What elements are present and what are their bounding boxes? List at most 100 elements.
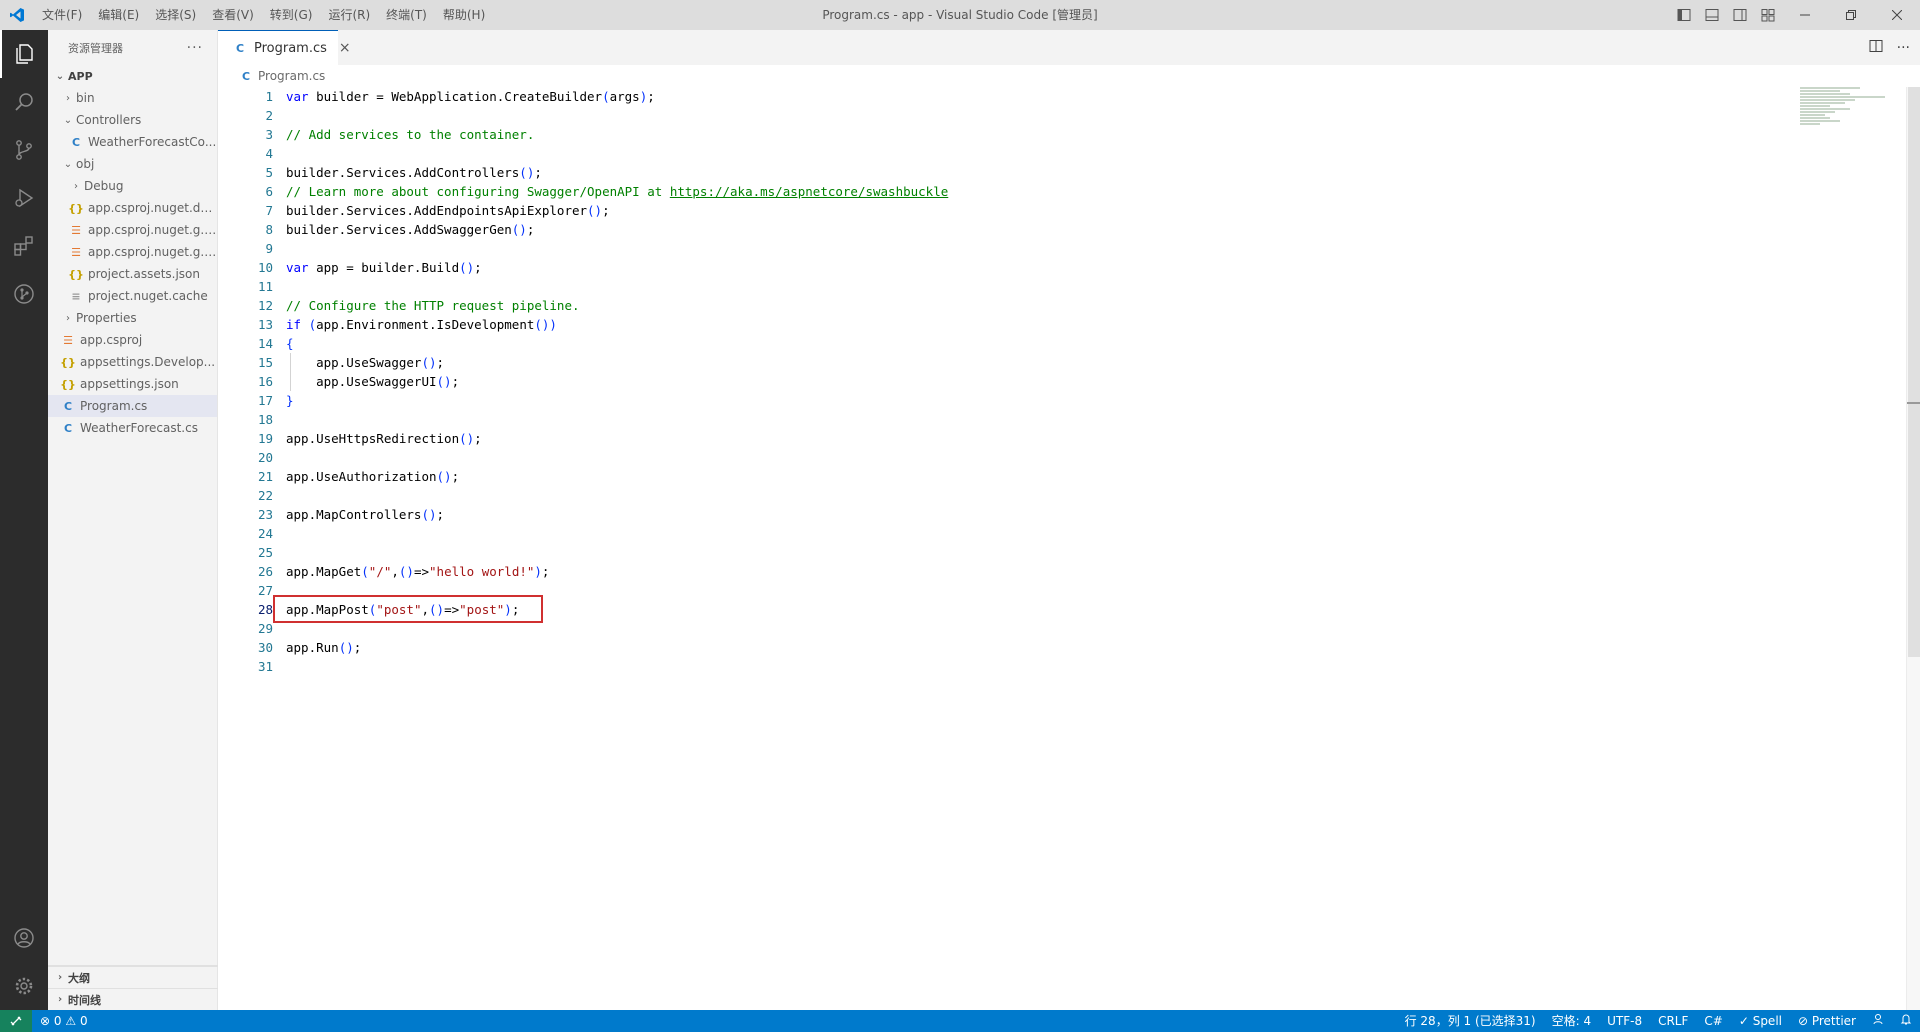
- code-content[interactable]: var builder = WebApplication.CreateBuild…: [286, 87, 948, 676]
- code-token[interactable]: https://aka.ms/aspnetcore/swashbuckle: [670, 184, 948, 199]
- extensions-icon[interactable]: [0, 222, 48, 270]
- code-line[interactable]: app.MapControllers();: [286, 505, 948, 524]
- code-line[interactable]: [286, 486, 948, 505]
- menu-item[interactable]: 选择(S): [147, 0, 204, 30]
- split-editor-icon[interactable]: [1869, 39, 1883, 57]
- vscode-logo-icon[interactable]: [0, 0, 34, 30]
- menu-item[interactable]: 文件(F): [34, 0, 90, 30]
- code-line[interactable]: [286, 106, 948, 125]
- problems-status[interactable]: ⊗ 0 ⚠ 0: [32, 1010, 96, 1032]
- code-line[interactable]: app.UseHttpsRedirection();: [286, 429, 948, 448]
- indentation-status[interactable]: 空格: 4: [1544, 1010, 1600, 1032]
- tree-folder[interactable]: › Properties: [48, 307, 217, 329]
- code-line[interactable]: [286, 543, 948, 562]
- tree-file[interactable]: {} appsettings.Develop...: [48, 351, 217, 373]
- close-window-button[interactable]: [1874, 0, 1920, 30]
- more-actions-icon[interactable]: ···: [187, 40, 203, 56]
- code-line[interactable]: // Learn more about configuring Swagger/…: [286, 182, 948, 201]
- tree-file[interactable]: C WeatherForecastCo...: [48, 131, 217, 153]
- tree-folder[interactable]: ⌄ obj: [48, 153, 217, 175]
- code-editor[interactable]: 1 2 3 4 5 6 7 8 9 10 11 12 13 14 15 16 17 18 19 20 21 22 23 24 2…: [218, 87, 1920, 1010]
- code-line[interactable]: {: [286, 334, 948, 353]
- code-line[interactable]: [286, 448, 948, 467]
- toggle-secondary-sidebar-icon[interactable]: [1726, 0, 1754, 30]
- code-line[interactable]: [286, 619, 948, 638]
- tree-folder[interactable]: ⌄ Controllers: [48, 109, 217, 131]
- minimap[interactable]: [1800, 87, 1890, 167]
- settings-gear-icon[interactable]: [0, 962, 48, 1010]
- code-line[interactable]: app.Run();: [286, 638, 948, 657]
- tree-file[interactable]: C WeatherForecast.cs: [48, 417, 217, 439]
- menu-item[interactable]: 帮助(H): [435, 0, 493, 30]
- tree-file[interactable]: {} project.assets.json: [48, 263, 217, 285]
- remote-indicator-icon[interactable]: [0, 1010, 32, 1032]
- tree-file[interactable]: ☰ app.csproj.nuget.g.t...: [48, 241, 217, 263]
- code-line[interactable]: app.UseSwagger();: [286, 353, 948, 372]
- code-line[interactable]: builder.Services.AddControllers();: [286, 163, 948, 182]
- tree-file[interactable]: {} app.csproj.nuget.dg...: [48, 197, 217, 219]
- encoding-status[interactable]: UTF-8: [1599, 1010, 1650, 1032]
- code-line[interactable]: app.MapPost("post",()=>"post");: [286, 600, 948, 619]
- prettier-status[interactable]: ⊘ Prettier: [1790, 1010, 1864, 1032]
- line-number: 31: [257, 659, 273, 674]
- cursor-position[interactable]: 行 28，列 1 (已选择31): [1397, 1010, 1544, 1032]
- code-line[interactable]: var builder = WebApplication.CreateBuild…: [286, 87, 948, 106]
- code-line[interactable]: [286, 239, 948, 258]
- code-line[interactable]: app.UseSwaggerUI();: [286, 372, 948, 391]
- code-line[interactable]: if (app.Environment.IsDevelopment()): [286, 315, 948, 334]
- menu-item[interactable]: 运行(R): [320, 0, 378, 30]
- minimize-button[interactable]: [1782, 0, 1828, 30]
- eol-status[interactable]: CRLF: [1650, 1010, 1696, 1032]
- git-graph-icon[interactable]: [0, 270, 48, 318]
- toggle-primary-sidebar-icon[interactable]: [1670, 0, 1698, 30]
- tree-file[interactable]: ☰ app.csproj: [48, 329, 217, 351]
- breadcrumb[interactable]: C Program.cs: [218, 65, 325, 87]
- code-line[interactable]: builder.Services.AddSwaggerGen();: [286, 220, 948, 239]
- maximize-button[interactable]: [1828, 0, 1874, 30]
- code-line[interactable]: // Configure the HTTP request pipeline.: [286, 296, 948, 315]
- notifications-bell-icon[interactable]: [1892, 1010, 1920, 1032]
- tree-file[interactable]: {} appsettings.json: [48, 373, 217, 395]
- tab-program-cs[interactable]: C Program.cs ×: [218, 30, 351, 65]
- code-line[interactable]: // Add services to the container.: [286, 125, 948, 144]
- menu-item[interactable]: 编辑(E): [90, 0, 147, 30]
- tree-file[interactable]: ≡ project.nuget.cache: [48, 285, 217, 307]
- code-line[interactable]: var app = builder.Build();: [286, 258, 948, 277]
- vertical-scrollbar[interactable]: [1906, 87, 1920, 1010]
- code-line[interactable]: [286, 524, 948, 543]
- toggle-panel-icon[interactable]: [1698, 0, 1726, 30]
- workspace-root[interactable]: ⌄ APP: [48, 65, 217, 87]
- tree-folder[interactable]: › bin: [48, 87, 217, 109]
- tree-file[interactable]: C Program.cs: [48, 395, 217, 417]
- code-line[interactable]: }: [286, 391, 948, 410]
- tree-file[interactable]: ☰ app.csproj.nuget.g.p...: [48, 219, 217, 241]
- breadcrumb-file[interactable]: Program.cs: [258, 69, 325, 83]
- line-number: 4: [265, 146, 273, 161]
- source-control-icon[interactable]: [0, 126, 48, 174]
- code-line[interactable]: [286, 277, 948, 296]
- code-line[interactable]: app.UseAuthorization();: [286, 467, 948, 486]
- menu-item[interactable]: 查看(V): [204, 0, 262, 30]
- feedback-icon[interactable]: [1864, 1010, 1892, 1032]
- search-icon[interactable]: [0, 78, 48, 126]
- language-mode[interactable]: C#: [1696, 1010, 1730, 1032]
- outline-section[interactable]: › 大纲: [48, 966, 218, 988]
- more-actions-icon[interactable]: ···: [1897, 40, 1910, 56]
- tree-folder[interactable]: › Debug: [48, 175, 217, 197]
- customize-layout-icon[interactable]: [1754, 0, 1782, 30]
- menu-item[interactable]: 转到(G): [262, 0, 321, 30]
- code-line[interactable]: [286, 581, 948, 600]
- run-debug-icon[interactable]: [0, 174, 48, 222]
- accounts-icon[interactable]: [0, 914, 48, 962]
- spell-status[interactable]: ✓ Spell: [1731, 1010, 1790, 1032]
- menu-item[interactable]: 终端(T): [378, 0, 435, 30]
- timeline-section[interactable]: › 时间线: [48, 988, 218, 1010]
- code-line[interactable]: [286, 410, 948, 429]
- scrollbar-thumb[interactable]: [1908, 87, 1920, 657]
- explorer-icon[interactable]: [0, 30, 48, 78]
- code-line[interactable]: app.MapGet("/",()=>"hello world!");: [286, 562, 948, 581]
- code-line[interactable]: [286, 144, 948, 163]
- code-line[interactable]: builder.Services.AddEndpointsApiExplorer…: [286, 201, 948, 220]
- code-line[interactable]: [286, 657, 948, 676]
- close-icon[interactable]: ×: [339, 40, 351, 56]
